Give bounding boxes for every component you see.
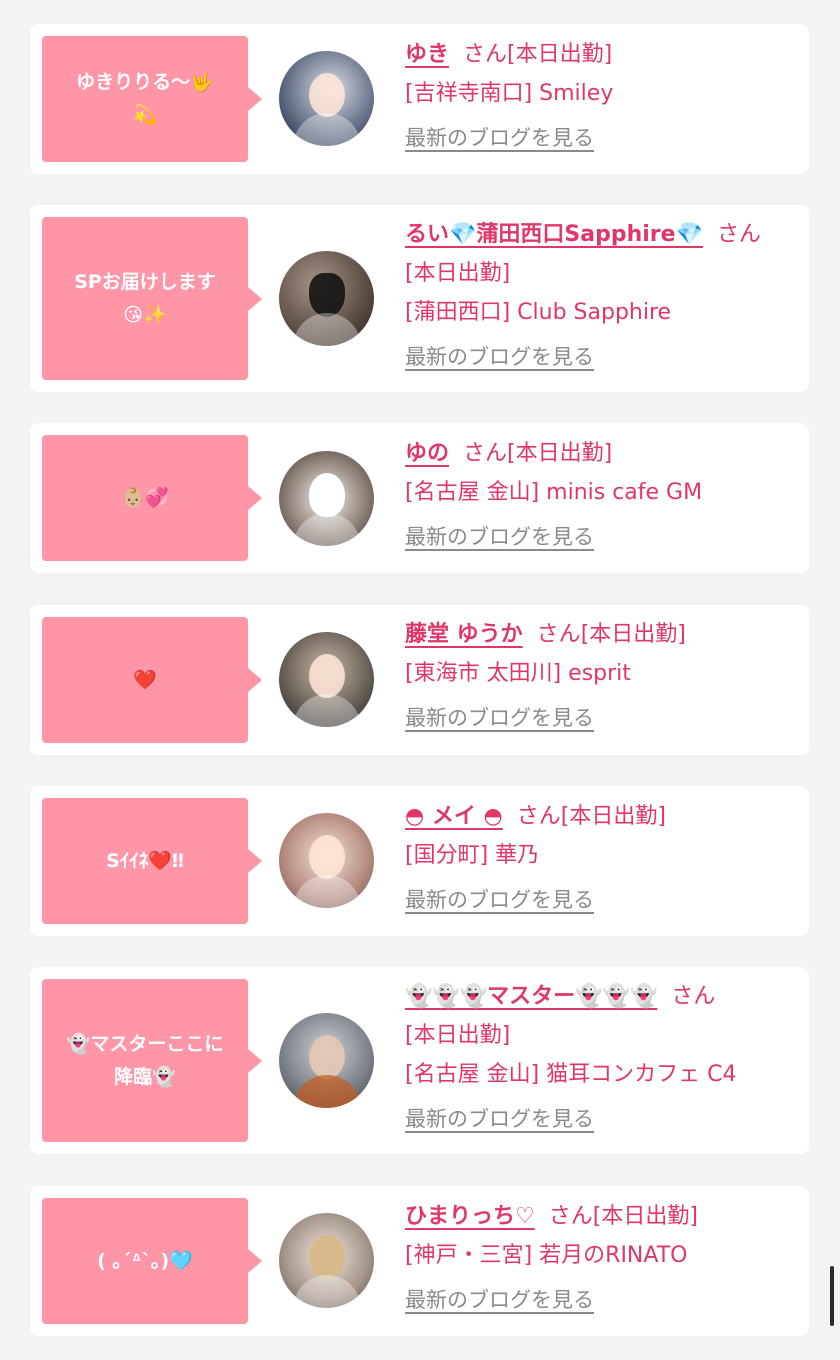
- avatar-face: [309, 473, 345, 517]
- avatar-face: [309, 654, 345, 698]
- shop-name: [東海市 太田川] esprit: [405, 661, 631, 686]
- comment-text: 👻マスターここに 降臨👻: [66, 1032, 224, 1088]
- comment-bubble: ❤️: [42, 617, 262, 743]
- avatar[interactable]: [279, 813, 374, 908]
- girl-card: ❤️ 藤堂 ゆうか さん[本日出勤] [東海市 太田川] esprit 最新のブロ…: [30, 605, 809, 755]
- honorific: さん: [516, 804, 561, 829]
- girl-blog-list: ゆきりりる〜🤟 💫 ゆき さん[本日出勤] [吉祥寺南口] Smiley 最新のブ…: [0, 0, 840, 1360]
- girl-card: 👶🏼💞 ゆの さん[本日出勤] [名古屋 金山] minis cafe GM 最新…: [30, 423, 809, 573]
- scrollbar[interactable]: [830, 1266, 834, 1326]
- shop-name: [神戸・三宮] 若月のRINATO: [405, 1243, 688, 1268]
- honorific: さん: [463, 42, 508, 67]
- avatar-face: [309, 273, 345, 317]
- shop-name: [吉祥寺南口] Smiley: [405, 81, 614, 106]
- avatar-body: [293, 1075, 361, 1108]
- girl-info: 👻👻👻マスター👻👻👻 さん [本日出勤] [名古屋 金山] 猫耳コンカフェ C4 …: [405, 977, 799, 1139]
- avatar-body: [293, 113, 361, 146]
- latest-blog-link[interactable]: 最新のブログを見る: [405, 1100, 594, 1139]
- girl-name-link[interactable]: 藤堂 ゆうか: [405, 622, 523, 647]
- comment-text: ゆきりりる〜🤟 💫: [76, 71, 214, 126]
- comment-text: ( ｡´ᐞ`｡)🩵: [97, 1249, 193, 1272]
- avatar[interactable]: [279, 1013, 374, 1108]
- latest-blog-link[interactable]: 最新のブログを見る: [405, 518, 594, 557]
- latest-blog-link[interactable]: 最新のブログを見る: [405, 699, 594, 738]
- latest-blog-link[interactable]: 最新のブログを見る: [405, 1281, 594, 1320]
- comment-bubble: 👻マスターここに 降臨👻: [42, 979, 262, 1142]
- shop-name: [名古屋 金山] minis cafe GM: [405, 480, 703, 505]
- avatar-face: [309, 1035, 345, 1079]
- girl-info: ◓ メイ ◓ さん[本日出勤] [国分町] 華乃 最新のブログを見る: [405, 797, 799, 920]
- comment-text: Sｲｲﾈ❤️‼: [106, 849, 184, 872]
- avatar-body: [293, 513, 361, 546]
- honorific: さん: [463, 441, 508, 466]
- avatar-face: [309, 1235, 345, 1279]
- avatar[interactable]: [279, 1213, 374, 1308]
- attendance-status: [本日出勤]: [507, 42, 613, 67]
- girl-name-link[interactable]: るい💎蒲田西口Sapphire💎: [405, 222, 703, 247]
- girl-name-link[interactable]: ゆの: [405, 441, 449, 466]
- attendance-status: [本日出勤]: [580, 622, 686, 647]
- avatar-body: [293, 313, 361, 346]
- avatar-body: [293, 875, 361, 908]
- girl-name-link[interactable]: 👻👻👻マスター👻👻👻: [405, 984, 657, 1009]
- girl-card: Sｲｲﾈ❤️‼ ◓ メイ ◓ さん[本日出勤] [国分町] 華乃 最新のブログを見…: [30, 786, 809, 936]
- attendance-status: [本日出勤]: [592, 1204, 698, 1229]
- girl-name-link[interactable]: ◓ メイ ◓: [405, 804, 503, 829]
- attendance-status: [本日出勤]: [405, 261, 511, 286]
- latest-blog-link[interactable]: 最新のブログを見る: [405, 338, 594, 377]
- girl-info: ゆき さん[本日出勤] [吉祥寺南口] Smiley 最新のブログを見る: [405, 35, 799, 158]
- comment-text: SPお届けします 😘✨: [74, 270, 216, 326]
- avatar-face: [309, 835, 345, 879]
- latest-blog-link[interactable]: 最新のブログを見る: [405, 119, 594, 158]
- comment-bubble: Sｲｲﾈ❤️‼: [42, 798, 262, 924]
- shop-name: [名古屋 金山] 猫耳コンカフェ C4: [405, 1062, 737, 1087]
- girl-info: 藤堂 ゆうか さん[本日出勤] [東海市 太田川] esprit 最新のブログを見…: [405, 615, 799, 738]
- girl-card: 👻マスターここに 降臨👻 👻👻👻マスター👻👻👻 さん [本日出勤] [名古屋 金山…: [30, 967, 809, 1154]
- comment-bubble: ゆきりりる〜🤟 💫: [42, 36, 262, 162]
- comment-text: 👶🏼💞: [121, 486, 169, 509]
- girl-info: るい💎蒲田西口Sapphire💎 さん [本日出勤] [蒲田西口] Club Sa…: [405, 215, 799, 377]
- avatar-body: [293, 694, 361, 727]
- comment-bubble: 👶🏼💞: [42, 435, 262, 561]
- avatar[interactable]: [279, 632, 374, 727]
- comment-text: ❤️: [133, 668, 157, 691]
- comment-bubble: SPお届けします 😘✨: [42, 217, 262, 380]
- honorific: さん: [716, 222, 761, 247]
- girl-name-link[interactable]: ひまりっち♡: [405, 1204, 535, 1229]
- avatar-body: [293, 1275, 361, 1308]
- avatar-face: [309, 73, 345, 117]
- avatar[interactable]: [279, 451, 374, 546]
- attendance-status: [本日出勤]: [560, 804, 666, 829]
- girl-name-link[interactable]: ゆき: [405, 42, 449, 67]
- avatar[interactable]: [279, 51, 374, 146]
- girl-info: ひまりっち♡ さん[本日出勤] [神戸・三宮] 若月のRINATO 最新のブログを…: [405, 1197, 799, 1320]
- avatar[interactable]: [279, 251, 374, 346]
- honorific: さん: [671, 984, 716, 1009]
- shop-name: [国分町] 華乃: [405, 843, 540, 868]
- latest-blog-link[interactable]: 最新のブログを見る: [405, 881, 594, 920]
- shop-name: [蒲田西口] Club Sapphire: [405, 300, 672, 325]
- girl-info: ゆの さん[本日出勤] [名古屋 金山] minis cafe GM 最新のブログ…: [405, 434, 799, 557]
- attendance-status: [本日出勤]: [507, 441, 613, 466]
- girl-card: SPお届けします 😘✨ るい💎蒲田西口Sapphire💎 さん [本日出勤] [蒲…: [30, 205, 809, 392]
- comment-bubble: ( ｡´ᐞ`｡)🩵: [42, 1198, 262, 1324]
- attendance-status: [本日出勤]: [405, 1023, 511, 1048]
- honorific: さん: [548, 1204, 593, 1229]
- honorific: さん: [536, 622, 581, 647]
- girl-card: ゆきりりる〜🤟 💫 ゆき さん[本日出勤] [吉祥寺南口] Smiley 最新のブ…: [30, 24, 809, 174]
- girl-card: ( ｡´ᐞ`｡)🩵 ひまりっち♡ さん[本日出勤] [神戸・三宮] 若月のRINA…: [30, 1186, 809, 1336]
